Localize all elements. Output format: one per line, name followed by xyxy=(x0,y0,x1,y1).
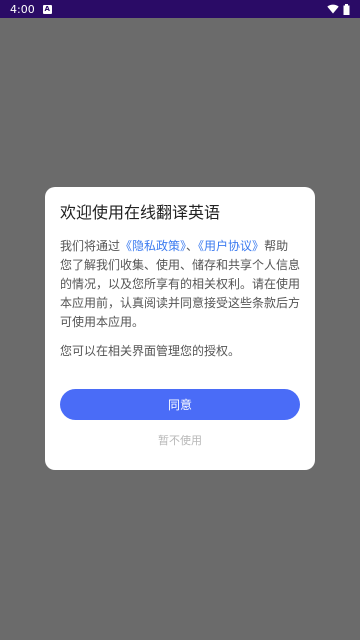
status-time: 4:00 xyxy=(10,2,35,16)
decline-button[interactable]: 暂不使用 xyxy=(60,429,300,451)
dialog-note: 您可以在相关界面管理您的授权。 xyxy=(60,344,241,358)
privacy-consent-dialog: 欢迎使用在线翻译英语 我们将通过《隐私政策》、《用户协议》帮助您了解我们收集、使… xyxy=(45,187,315,470)
status-icons xyxy=(327,3,350,15)
dialog-title: 欢迎使用在线翻译英语 xyxy=(60,203,221,222)
agree-button[interactable]: 同意 xyxy=(60,389,300,420)
body-separator: 、 xyxy=(186,239,199,253)
body-prefix: 我们将通过 xyxy=(60,239,121,253)
wifi-icon xyxy=(327,4,339,14)
dialog-body: 我们将通过《隐私政策》、《用户协议》帮助您了解我们收集、使用、储存和共享个人信息… xyxy=(60,237,300,332)
status-bar: 4:00 A xyxy=(0,0,360,18)
user-agreement-link[interactable]: 《用户协议》 xyxy=(198,239,264,253)
battery-icon xyxy=(343,3,350,15)
privacy-policy-link[interactable]: 《隐私政策》 xyxy=(120,239,186,253)
notification-icon: A xyxy=(42,4,52,14)
